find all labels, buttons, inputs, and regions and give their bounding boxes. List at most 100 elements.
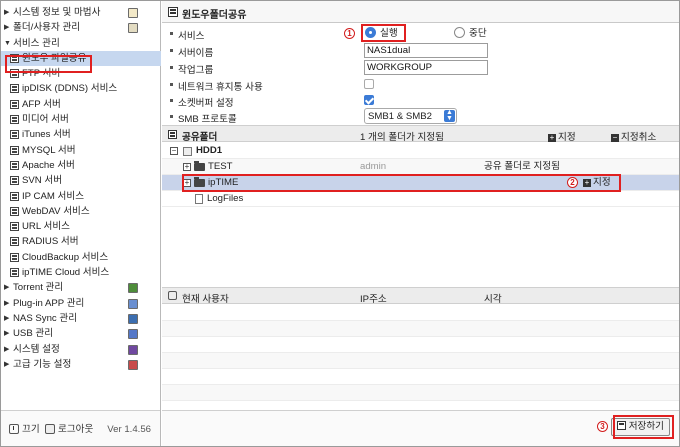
user-row-empty	[162, 321, 679, 337]
marker-1: 1	[344, 28, 355, 39]
system-info-icon	[128, 8, 138, 18]
col-time: 시각	[484, 294, 502, 305]
sidebar-item-radius[interactable]: RADIUS 서버	[1, 234, 161, 249]
sidebar-item-label: 시스템 설정	[13, 343, 60, 355]
tree-row-logfiles[interactable]: LogFiles	[162, 191, 679, 207]
sidebar-item-media[interactable]: 미디어 서버	[1, 112, 161, 127]
sidebar-item-mysql[interactable]: MYSQL 서버	[1, 143, 161, 158]
recycle-row: 네트워크 휴지통 사용	[162, 76, 679, 93]
sidebar-item-system-settings[interactable]: ▶ 시스템 설정	[1, 342, 161, 357]
smb-protocol-select[interactable]: SMB1 & SMB2 ▲ ▼	[364, 108, 457, 124]
sidebar-item-cloudbackup[interactable]: CloudBackup 서비스	[1, 250, 161, 265]
service-icon	[10, 268, 19, 278]
unassign-button[interactable]: − 지정취소	[611, 129, 656, 143]
service-stop-radio[interactable]: 중단	[454, 27, 487, 40]
sidebar-item-plugin[interactable]: ▶ Plug-in APP 관리	[1, 296, 161, 311]
share-folder-icon	[168, 130, 177, 139]
expand-icon[interactable]: +	[183, 163, 191, 171]
recycle-checkbox[interactable]	[364, 79, 374, 89]
chevron-right-icon: ▶	[4, 299, 10, 307]
sidebar-item-advanced[interactable]: ▶ 고급 기능 설정	[1, 357, 161, 372]
sidebar-item-label: CloudBackup 서비스	[22, 251, 109, 263]
logout-label: 로그아웃	[58, 424, 94, 435]
assign-button[interactable]: + 지정	[548, 129, 576, 143]
bullet-icon	[170, 115, 173, 118]
sidebar-item-nas-sync[interactable]: ▶ NAS Sync 관리	[1, 311, 161, 326]
server-name-label: 서버이름	[178, 48, 214, 59]
sidebar-item-label: 시스템 정보 및 마법사	[13, 7, 101, 18]
service-icon	[10, 99, 19, 109]
settings-icon	[128, 344, 138, 355]
sidebar-item-label: RADIUS 서버	[22, 236, 79, 248]
sidebar-item-label: SVN 서버	[22, 175, 63, 187]
workgroup-label: 작업그룹	[178, 65, 214, 76]
sidebar-item-afp[interactable]: AFP 서버	[1, 97, 161, 112]
col-ip-address: IP주소	[360, 294, 387, 305]
sidebar-item-service-management[interactable]: ▼ 서비스 관리	[1, 36, 161, 51]
checkbox-icon[interactable]	[168, 291, 177, 300]
bullet-icon	[170, 99, 173, 102]
col-current-user: 현재 사용자	[182, 294, 229, 305]
highlight-box-iptime	[182, 174, 621, 192]
sidebar-item-folder-user[interactable]: ▶ 폴더/사용자 관리	[1, 20, 161, 35]
sidebar-item-label: NAS Sync 관리	[13, 312, 78, 324]
sidebar-item-ipcam[interactable]: IP CAM 서비스	[1, 189, 161, 204]
sidebar: ▶ 시스템 정보 및 마법사 ▶ 폴더/사용자 관리 ▼ 서비스 관리 윈도우 …	[1, 1, 161, 446]
service-icon	[10, 206, 19, 216]
socket-buffer-checkbox[interactable]	[364, 95, 374, 105]
smb-row: SMB 프로토콜 SMB1 & SMB2 ▲ ▼	[162, 108, 679, 125]
service-stop-label: 중단	[469, 28, 487, 39]
tree-row-hdd1[interactable]: − HDD1	[162, 143, 679, 159]
sidebar-item-label: iTunes 서버	[22, 129, 71, 141]
sidebar-item-label: AFP 서버	[22, 98, 61, 110]
nas-sync-icon	[128, 313, 138, 324]
sidebar-item-svn[interactable]: SVN 서버	[1, 173, 161, 188]
chevron-right-icon: ▶	[4, 345, 10, 353]
service-icon	[10, 160, 19, 170]
collapse-icon[interactable]: −	[170, 147, 178, 155]
sidebar-item-usb[interactable]: ▶ USB 관리	[1, 326, 161, 341]
workgroup-input[interactable]	[364, 60, 488, 75]
sidebar-item-itunes[interactable]: iTunes 서버	[1, 127, 161, 142]
users-table-header: 현재 사용자 IP주소 시각	[162, 287, 679, 305]
torrent-icon	[128, 283, 138, 294]
server-name-row: 서버이름	[162, 42, 679, 59]
page-title: 윈도우폴더공유	[182, 10, 247, 21]
service-row: 서비스 1 실행 중단	[162, 24, 679, 42]
main-footer: 3 저장하기	[162, 410, 679, 446]
bullet-icon	[170, 32, 173, 35]
server-name-input[interactable]	[364, 43, 488, 58]
power-off-label: 끄기	[22, 424, 40, 435]
sidebar-item-label: URL 서비스	[22, 221, 70, 233]
sidebar-item-iptime-cloud[interactable]: ipTIME Cloud 서비스	[1, 265, 161, 280]
sidebar-item-ipdisk[interactable]: ipDISK (DDNS) 서비스	[1, 81, 161, 96]
sidebar-item-system-info[interactable]: ▶ 시스템 정보 및 마법사	[1, 5, 161, 20]
share-header-label: 공유폴더	[182, 132, 218, 143]
select-arrows-icon: ▲ ▼	[444, 109, 455, 122]
bullet-icon	[170, 66, 173, 69]
windows-share-icon	[168, 7, 178, 17]
logout-icon	[45, 424, 55, 434]
sidebar-item-url[interactable]: URL 서비스	[1, 219, 161, 234]
logout-button[interactable]: 로그아웃	[45, 424, 93, 436]
smb-protocol-value: SMB1 & SMB2	[368, 111, 432, 122]
sidebar-item-apache[interactable]: Apache 서버	[1, 158, 161, 173]
tree-row-name: HDD1	[196, 145, 223, 156]
sidebar-item-label: WebDAV 서비스	[22, 205, 90, 217]
sidebar-item-torrent[interactable]: ▶ Torrent 관리	[1, 280, 161, 295]
service-label: 서비스	[178, 31, 205, 42]
service-icon	[10, 176, 19, 186]
share-count-text: 1 개의 폴더가 지정됨	[360, 132, 444, 143]
service-icon	[10, 252, 19, 262]
socket-buffer-label: 소켓버퍼 설정	[178, 98, 234, 109]
bullet-icon	[170, 83, 173, 86]
marker-3: 3	[597, 421, 608, 432]
sidebar-item-label: 폴더/사용자 관리	[13, 22, 81, 34]
assign-label: 지정	[558, 132, 576, 143]
power-off-button[interactable]: 끄기	[9, 424, 40, 436]
sidebar-item-webdav[interactable]: WebDAV 서비스	[1, 204, 161, 219]
sidebar-item-label: Apache 서버	[22, 159, 75, 171]
smb-label: SMB 프로토콜	[178, 114, 237, 125]
radio-off-icon	[454, 27, 465, 38]
tree-row-test[interactable]: + TEST admin 공유 폴더로 지정됨	[162, 159, 679, 175]
